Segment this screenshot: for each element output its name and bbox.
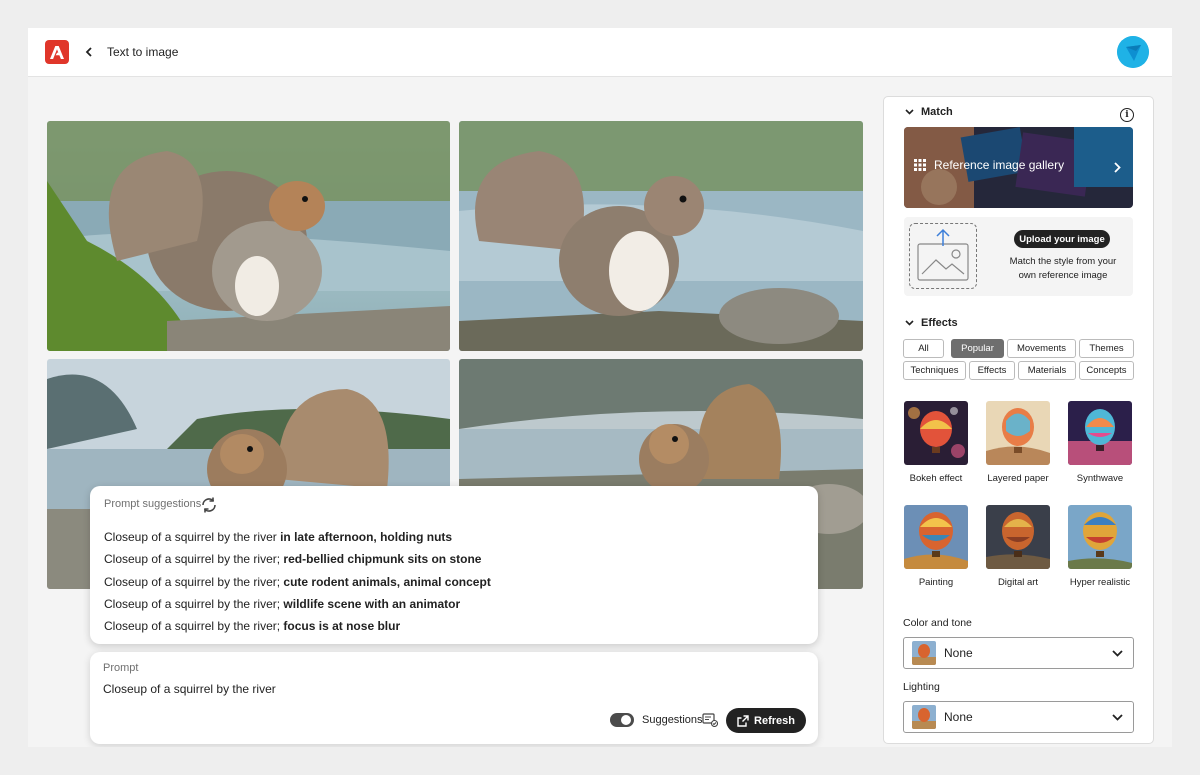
chevron-down-icon bbox=[1112, 649, 1123, 657]
lighting-label: Lighting bbox=[903, 681, 940, 693]
effect-label: Painting bbox=[918, 577, 954, 588]
refresh-button-label: Refresh bbox=[754, 714, 795, 727]
page-title: Text to image bbox=[107, 45, 179, 59]
lighting-swatch bbox=[912, 705, 936, 729]
prompt-label: Prompt bbox=[103, 662, 139, 674]
suggestion-extra-text: cute rodent animals, animal concept bbox=[283, 574, 491, 589]
chevron-down-icon bbox=[905, 109, 914, 115]
chip-techniques[interactable]: Techniques bbox=[903, 361, 966, 380]
lighting-select[interactable]: None bbox=[903, 701, 1134, 733]
export-icon bbox=[737, 714, 749, 727]
suggestion-base-text: Closeup of a squirrel by the river; bbox=[104, 552, 284, 567]
refresh-button[interactable]: Refresh bbox=[726, 708, 806, 733]
chevron-right-icon bbox=[1114, 162, 1121, 173]
chip-themes[interactable]: Themes bbox=[1079, 339, 1134, 358]
grid-icon bbox=[914, 159, 926, 171]
effect-thumbnail bbox=[986, 505, 1050, 569]
adobe-logo-icon[interactable] bbox=[45, 40, 69, 64]
suggestion-item[interactable]: Closeup of a squirrel by the river in la… bbox=[104, 529, 491, 551]
effect-layered-paper[interactable]: Layered paper bbox=[985, 401, 1051, 484]
effect-label: Bokeh effect bbox=[909, 473, 963, 484]
chevron-down-icon bbox=[905, 320, 914, 326]
reference-image-gallery[interactable]: Reference image gallery bbox=[904, 127, 1133, 208]
effects-heading: Effects bbox=[921, 317, 958, 329]
gallery-label: Reference image gallery bbox=[934, 158, 1065, 172]
effect-label: Digital art bbox=[997, 577, 1039, 588]
prompt-box: Prompt Closeup of a squirrel by the rive… bbox=[90, 652, 818, 744]
lighting-value: None bbox=[944, 710, 973, 724]
color-tone-value: None bbox=[944, 646, 973, 660]
info-icon[interactable]: i bbox=[1120, 108, 1134, 122]
suggestions-toggle[interactable] bbox=[610, 713, 634, 727]
effect-painting[interactable]: Painting bbox=[903, 505, 969, 588]
suggestion-item[interactable]: Closeup of a squirrel by the river; wild… bbox=[104, 596, 491, 618]
suggestion-item[interactable]: Closeup of a squirrel by the river; red-… bbox=[104, 551, 491, 573]
back-button[interactable] bbox=[80, 43, 98, 61]
match-heading: Match bbox=[921, 106, 953, 118]
suggestion-base-text: Closeup of a squirrel by the river bbox=[104, 530, 281, 544]
chevron-left-icon bbox=[85, 47, 92, 57]
suggestion-extra-text: in late afternoon, holding nuts bbox=[280, 530, 453, 544]
effect-label: Synthwave bbox=[1076, 473, 1124, 484]
generated-image-1[interactable] bbox=[47, 121, 450, 351]
effect-digital-art[interactable]: Digital art bbox=[985, 505, 1051, 588]
effect-thumbnail bbox=[1068, 401, 1132, 465]
generated-image-2[interactable] bbox=[459, 121, 863, 351]
color-tone-select[interactable]: None bbox=[903, 637, 1134, 669]
upload-reference-area[interactable]: Upload your image Match the style from y… bbox=[904, 217, 1133, 296]
app-window: Text to image Prompt suggestions Closeup… bbox=[28, 28, 1172, 747]
color-tone-swatch bbox=[912, 641, 936, 665]
suggestion-list: Closeup of a squirrel by the river in la… bbox=[104, 529, 491, 640]
chip-materials[interactable]: Materials bbox=[1018, 361, 1076, 380]
effect-hyper-realistic[interactable]: Hyper realistic bbox=[1067, 505, 1133, 588]
suggestion-base-text: Closeup of a squirrel by the river; bbox=[104, 574, 284, 589]
prompt-suggestions-heading: Prompt suggestions bbox=[104, 498, 202, 510]
settings-panel: Match i Reference image gallery Upload y… bbox=[883, 96, 1154, 744]
suggestion-extra-text: red-bellied chipmunk sits on stone bbox=[283, 552, 482, 567]
suggestion-base-text: Closeup of a squirrel by the river; bbox=[104, 596, 284, 611]
suggestion-base-text: Closeup of a squirrel by the river; bbox=[104, 619, 284, 634]
effects-section-header[interactable]: Effects bbox=[905, 317, 958, 329]
upload-image-button[interactable]: Upload your image bbox=[1014, 230, 1110, 248]
chip-movements[interactable]: Movements bbox=[1007, 339, 1076, 358]
refresh-suggestions-icon[interactable] bbox=[200, 496, 218, 514]
match-section-header[interactable]: Match bbox=[905, 106, 953, 118]
upload-image-icon bbox=[909, 223, 977, 289]
chip-concepts[interactable]: Concepts bbox=[1079, 361, 1134, 380]
suggestion-extra-text: focus is at nose blur bbox=[283, 619, 401, 634]
prompt-input[interactable]: Closeup of a squirrel by the river bbox=[103, 682, 703, 696]
suggestion-item[interactable]: Closeup of a squirrel by the river; cute… bbox=[104, 574, 491, 596]
chip-effects[interactable]: Effects bbox=[969, 361, 1015, 380]
color-tone-label: Color and tone bbox=[903, 617, 972, 629]
upload-description: Match the style from your own reference … bbox=[1009, 256, 1117, 281]
suggestions-toggle-label: Suggestions bbox=[642, 714, 703, 726]
effect-synthwave[interactable]: Synthwave bbox=[1067, 401, 1133, 484]
chip-all[interactable]: All bbox=[903, 339, 944, 358]
header-bar: Text to image bbox=[28, 28, 1172, 77]
effect-thumbnail bbox=[986, 401, 1050, 465]
effect-label: Hyper realistic bbox=[1069, 577, 1131, 588]
chevron-down-icon bbox=[1112, 713, 1123, 721]
suggestion-extra-text: wildlife scene with an animator bbox=[283, 596, 461, 611]
avatar[interactable] bbox=[1117, 36, 1149, 68]
effect-bokeh[interactable]: Bokeh effect bbox=[903, 401, 969, 484]
prompt-suggestions-panel: Prompt suggestions Closeup of a squirrel… bbox=[90, 486, 818, 644]
effect-thumbnail bbox=[904, 505, 968, 569]
effect-thumbnail bbox=[904, 401, 968, 465]
suggestion-item[interactable]: Closeup of a squirrel by the river; focu… bbox=[104, 618, 491, 640]
effect-label: Layered paper bbox=[987, 473, 1049, 484]
effect-thumbnail bbox=[1068, 505, 1132, 569]
chip-popular[interactable]: Popular bbox=[951, 339, 1004, 358]
suggestions-settings-icon[interactable] bbox=[702, 713, 719, 728]
